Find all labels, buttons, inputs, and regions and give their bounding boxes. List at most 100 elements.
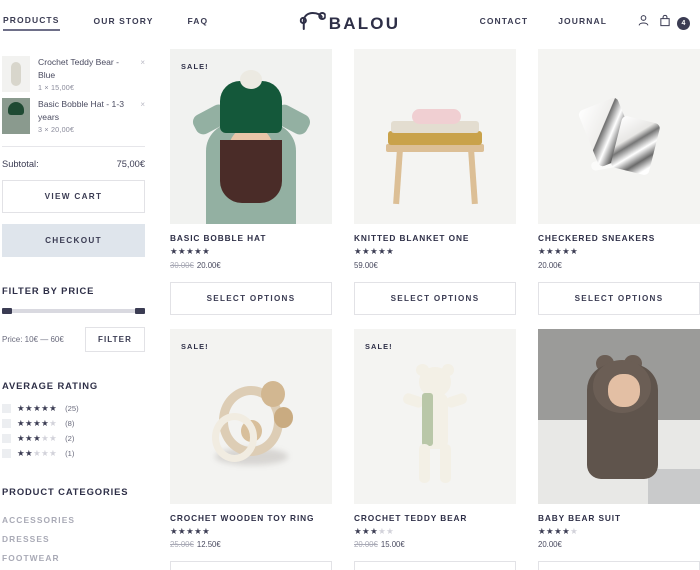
star-icon: ★: [538, 525, 547, 536]
rating-stars: ★★★★★: [17, 434, 57, 443]
rating-filter-row[interactable]: ★★★★★ (8): [2, 419, 145, 428]
product-illustration-part: [418, 444, 431, 483]
product-title[interactable]: CROCHET TEDDY BEAR: [354, 513, 516, 523]
product-rating: ★★★★★: [538, 525, 700, 536]
cart-bag-icon[interactable]: [659, 14, 671, 32]
star-icon: ★: [546, 525, 555, 536]
star-icon: ★: [354, 525, 363, 536]
nav-link-faq[interactable]: FAQ: [187, 16, 208, 30]
product-image[interactable]: SALE!: [354, 328, 516, 504]
category-item-footwear[interactable]: FOOTWEAR: [2, 548, 145, 567]
product-title[interactable]: KNITTED BLANKET ONE: [354, 233, 516, 243]
product-grid: SALE! BASIC BOBBLE HAT ★★★★★ 30.00€ 20.00€ SE…: [170, 46, 700, 570]
category-item-dresses[interactable]: DRESSES: [2, 529, 145, 548]
remove-item-icon[interactable]: ×: [140, 58, 145, 67]
category-item-accessories[interactable]: ACCESSORIES: [2, 510, 145, 529]
page-body: Crochet Teddy Bear - Blue 1 × 15,00€ × B…: [0, 46, 700, 570]
star-icon: ★: [49, 448, 58, 459]
product-price: 20.00€ 15.00€: [354, 540, 516, 549]
select-options-button[interactable]: SELECT OPTIONS: [538, 281, 700, 315]
rating-stars: ★★★★★: [17, 449, 57, 458]
rating-checkbox[interactable]: [2, 449, 11, 458]
product-rating: ★★★★★: [354, 525, 516, 536]
sale-badge: SALE!: [181, 62, 209, 71]
product-title[interactable]: CROCHET WOODEN TOY RING: [170, 513, 332, 523]
product-current-price: 20.00€: [538, 260, 562, 270]
product-illustration-part: [392, 150, 402, 204]
star-icon: ★: [386, 246, 395, 256]
price-range-slider[interactable]: [2, 308, 145, 314]
rating-checkbox[interactable]: [2, 419, 11, 428]
product-card: BABY BEAR SUIT ★★★★★ 20.00€ SELECT OPTIONS: [538, 328, 700, 570]
product-current-price: 12.50€: [196, 540, 221, 549]
cart-subtotal-row: Subtotal: 75,00€: [2, 146, 145, 169]
remove-item-icon[interactable]: ×: [140, 100, 145, 109]
rating-filter-row[interactable]: ★★★★★ (1): [2, 449, 145, 458]
cart-item-name[interactable]: Basic Bobble Hat - 1-3 years: [38, 98, 135, 123]
product-current-price: 20.00€: [196, 260, 221, 270]
star-icon: ★: [25, 418, 34, 429]
categories-title: PRODUCT CATEGORIES: [2, 486, 129, 497]
cart-item-thumbnail[interactable]: [2, 98, 30, 134]
product-categories-widget: PRODUCT CATEGORIES ACCESSORIES DRESSES F…: [2, 486, 145, 570]
product-image[interactable]: SALE!: [170, 49, 332, 224]
product-old-price: 25.00€: [170, 540, 194, 549]
star-icon: ★: [17, 448, 26, 459]
star-icon: ★: [25, 433, 34, 444]
nav-link-products[interactable]: PRODUCTS: [3, 15, 60, 31]
star-icon: ★: [186, 246, 195, 256]
product-image[interactable]: SALE!: [170, 328, 332, 504]
product-rating: ★★★★★: [538, 247, 700, 256]
product-title[interactable]: BASIC BOBBLE HAT: [170, 233, 332, 243]
cart-count-badge[interactable]: 4: [677, 16, 690, 30]
rating-checkbox[interactable]: [2, 404, 11, 413]
star-icon: ★: [562, 246, 571, 256]
rating-stars: ★★★★★: [17, 419, 57, 428]
star-icon: ★: [546, 246, 555, 256]
product-illustration-part: [439, 444, 452, 483]
product-price: 20.00€: [538, 540, 700, 549]
nav-link-our-story[interactable]: OUR STORY: [94, 16, 154, 30]
star-icon: ★: [41, 418, 50, 429]
cart-item-name[interactable]: Crochet Teddy Bear - Blue: [38, 56, 135, 81]
product-image[interactable]: [354, 49, 516, 224]
slider-handle-min[interactable]: [2, 308, 12, 314]
product-illustration-part: [388, 131, 482, 146]
rating-filter-title: AVERAGE RATING: [2, 380, 99, 391]
product-image[interactable]: [538, 49, 700, 224]
star-icon: ★: [202, 246, 211, 256]
bear-logo-icon: [299, 11, 327, 36]
slider-handle-max[interactable]: [135, 308, 145, 314]
view-cart-button[interactable]: VIEW CART: [2, 180, 145, 213]
subtotal-label: Subtotal:: [2, 159, 39, 169]
rating-checkbox[interactable]: [2, 434, 11, 443]
cart-item-thumbnail[interactable]: [2, 56, 30, 92]
rating-count: (25): [65, 404, 79, 413]
select-options-button[interactable]: SELECT OPTIONS: [354, 561, 516, 570]
product-grid-area: SALE! BASIC BOBBLE HAT ★★★★★ 30.00€ 20.00€ SE…: [170, 46, 700, 570]
rating-filter-row[interactable]: ★★★★★ (2): [2, 434, 145, 443]
checkout-button[interactable]: CHECKOUT: [2, 224, 145, 257]
product-rating: ★★★★★: [170, 525, 332, 536]
select-options-button[interactable]: SELECT OPTIONS: [354, 281, 516, 315]
product-image[interactable]: [538, 328, 700, 504]
account-icon[interactable]: [637, 14, 650, 32]
select-options-button[interactable]: SELECT OPTIONS: [170, 561, 332, 570]
star-icon: ★: [33, 448, 42, 459]
site-header: PRODUCTS OUR STORY FAQ BALOU CONTACT JOU…: [0, 0, 700, 46]
product-card: CHECKERED SNEAKERS ★★★★★ 20.00€ SELECT OPTI…: [538, 49, 700, 315]
star-icon: ★: [386, 525, 395, 536]
star-icon: ★: [170, 525, 179, 536]
price-range-label: Price: 10€ — 60€: [2, 335, 64, 344]
star-icon: ★: [378, 246, 387, 256]
select-options-button[interactable]: SELECT OPTIONS: [538, 561, 700, 570]
apply-filter-button[interactable]: FILTER: [84, 327, 145, 352]
star-icon: ★: [562, 525, 571, 536]
nav-link-journal[interactable]: JOURNAL: [558, 16, 607, 30]
rating-filter-row[interactable]: ★★★★★ (25): [2, 404, 145, 413]
select-options-button[interactable]: SELECT OPTIONS: [170, 281, 332, 315]
nav-link-contact[interactable]: CONTACT: [480, 16, 529, 30]
product-title[interactable]: BABY BEAR SUIT: [538, 513, 700, 523]
site-logo[interactable]: BALOU: [299, 11, 400, 36]
product-title[interactable]: CHECKERED SNEAKERS: [538, 233, 700, 243]
